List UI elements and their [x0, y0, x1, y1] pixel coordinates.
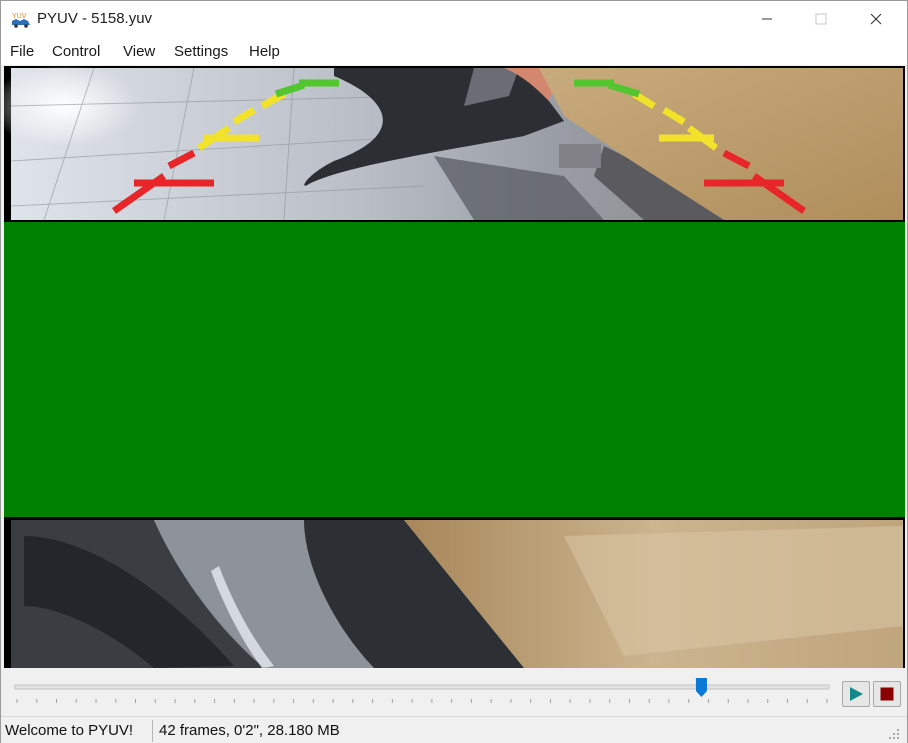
- maximize-icon: [815, 13, 827, 25]
- slider-thumb: [695, 678, 707, 697]
- playback-controls: [4, 669, 905, 715]
- minimize-icon: [762, 18, 772, 20]
- bottom-camera-view: [11, 520, 903, 668]
- stop-button[interactable]: [873, 681, 901, 707]
- svg-text:YUV: YUV: [12, 13, 27, 20]
- menu-view[interactable]: View: [123, 43, 155, 60]
- video-frame-image: [4, 66, 905, 668]
- green-overlay-region: [4, 222, 905, 517]
- video-frame[interactable]: [4, 66, 905, 668]
- status-message: Welcome to PYUV!: [5, 722, 134, 739]
- pyuv-window: YUV PYUV - 5158.yuv File Control View Se…: [0, 0, 908, 743]
- close-icon: [870, 13, 882, 25]
- menu-settings[interactable]: Settings: [174, 43, 228, 60]
- pyuv-app-icon: YUV: [12, 13, 30, 28]
- menu-help[interactable]: Help: [249, 43, 280, 60]
- menu-bar: File Control View Settings Help: [1, 39, 907, 65]
- menu-control[interactable]: Control: [52, 43, 100, 60]
- menu-file[interactable]: File: [10, 43, 34, 60]
- play-icon: [850, 687, 863, 701]
- maximize-button[interactable]: [798, 1, 844, 37]
- stop-icon: [880, 687, 894, 701]
- title-bar: YUV PYUV - 5158.yuv: [1, 1, 907, 39]
- window-title: PYUV - 5158.yuv: [37, 10, 153, 27]
- status-file-info: 42 frames, 0'2", 28.180 MB: [159, 722, 340, 739]
- close-button[interactable]: [853, 1, 899, 37]
- play-button[interactable]: [842, 681, 870, 707]
- frame-slider[interactable]: [13, 676, 831, 708]
- minimize-button[interactable]: [744, 1, 790, 37]
- status-bar: Welcome to PYUV! 42 frames, 0'2", 28.180…: [1, 716, 907, 743]
- status-separator: [152, 720, 153, 742]
- resize-grip-icon[interactable]: [881, 725, 901, 741]
